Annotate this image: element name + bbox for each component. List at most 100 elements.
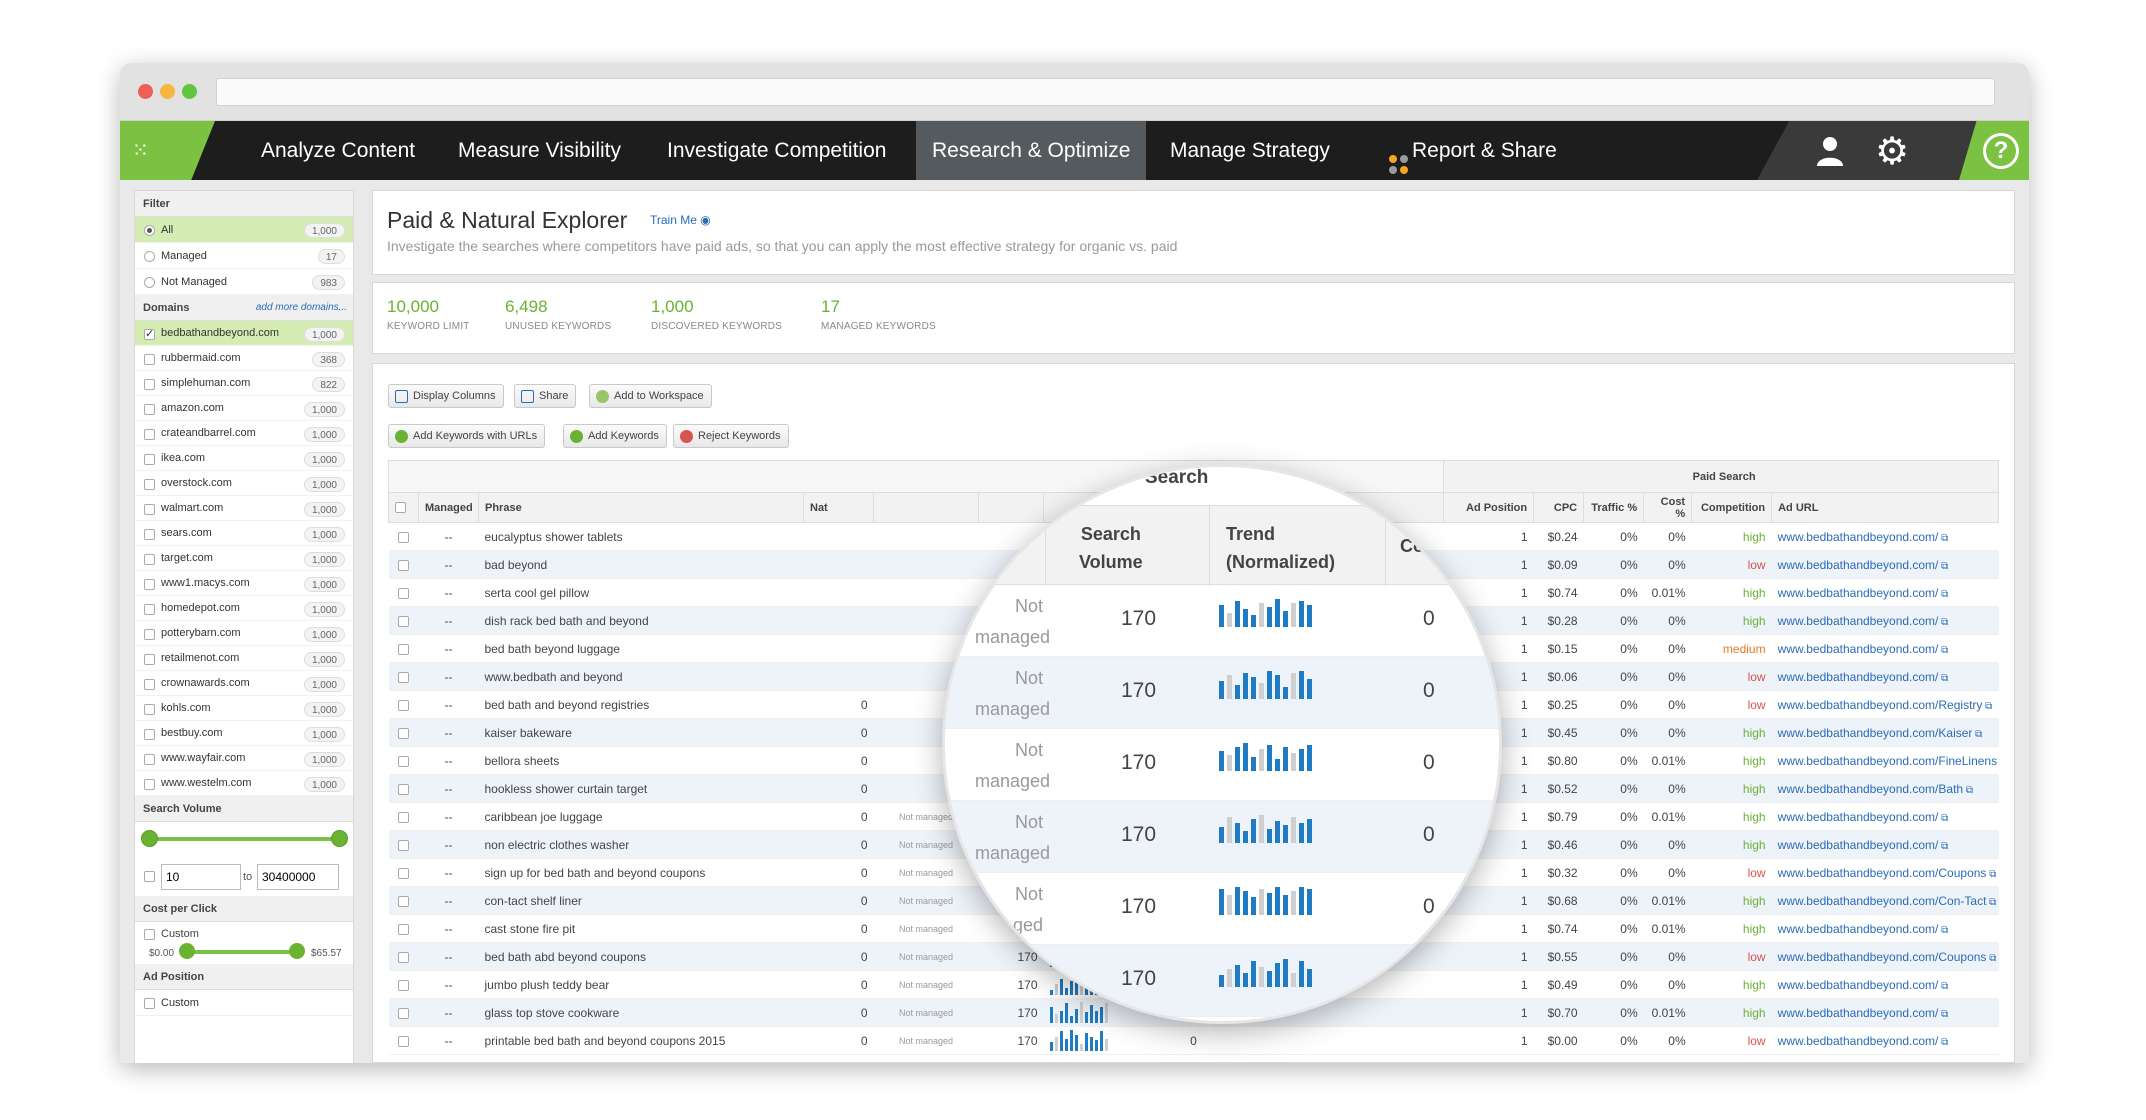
- gear-icon[interactable]: ⚙: [1872, 131, 1912, 171]
- ad-position-custom[interactable]: Custom: [135, 990, 353, 1016]
- domain-checkbox[interactable]: [144, 454, 155, 465]
- row-checkbox[interactable]: [398, 559, 409, 571]
- nav-research-optimize[interactable]: Research & Optimize: [916, 121, 1147, 180]
- table-row[interactable]: -- printable bed bath and beyond coupons …: [388, 1026, 1999, 1055]
- share-button[interactable]: Share: [514, 384, 577, 408]
- filter-option[interactable]: Managed 17: [135, 243, 353, 269]
- filter-radio[interactable]: [144, 277, 155, 288]
- row-checkbox[interactable]: [398, 783, 409, 795]
- domain-item[interactable]: www.westelm.com 1,000: [135, 771, 353, 796]
- row-checkbox[interactable]: [398, 867, 409, 879]
- ad-url-link[interactable]: www.bedbathandbeyond.com/FineLinens: [1778, 754, 1997, 768]
- address-bar[interactable]: [216, 78, 1995, 106]
- ad-url-link[interactable]: www.bedbathandbeyond.com/: [1778, 922, 1939, 936]
- domain-checkbox[interactable]: [144, 379, 155, 390]
- domain-checkbox[interactable]: [144, 554, 155, 565]
- domain-checkbox[interactable]: [144, 629, 155, 640]
- domain-item[interactable]: crateandbarrel.com 1,000: [135, 421, 353, 446]
- ad-url-link[interactable]: www.bedbathandbeyond.com/Con-Tact: [1778, 894, 1987, 908]
- filter-radio[interactable]: [144, 225, 155, 236]
- row-checkbox[interactable]: [398, 923, 409, 935]
- domain-item[interactable]: ikea.com 1,000: [135, 446, 353, 471]
- domain-item[interactable]: homedepot.com 1,000: [135, 596, 353, 621]
- domain-item[interactable]: bestbuy.com 1,000: [135, 721, 353, 746]
- domain-item[interactable]: crownawards.com 1,000: [135, 671, 353, 696]
- ad-url-link[interactable]: www.bedbathandbeyond.com/: [1778, 586, 1939, 600]
- minimize-window-button[interactable]: [160, 84, 175, 99]
- domain-item[interactable]: www1.macys.com 1,000: [135, 571, 353, 596]
- domain-item[interactable]: amazon.com 1,000: [135, 396, 353, 421]
- nav-report-share[interactable]: Report & Share: [1370, 121, 1573, 180]
- search-volume-min-input[interactable]: [161, 864, 241, 890]
- nav-analyze-content[interactable]: Analyze Content: [245, 121, 431, 180]
- domain-checkbox[interactable]: [144, 654, 155, 665]
- col-traffic[interactable]: Traffic %: [1583, 492, 1645, 523]
- train-me-link[interactable]: Train Me ◉: [650, 213, 711, 227]
- search-volume-max-input[interactable]: [257, 864, 339, 890]
- ad-url-link[interactable]: www.bedbathandbeyond.com/: [1778, 1034, 1939, 1048]
- col-cpc[interactable]: CPC: [1533, 492, 1585, 523]
- cpc-min-handle[interactable]: [179, 943, 195, 959]
- ad-url-link[interactable]: www.bedbathandbeyond.com/Coupons: [1778, 950, 1987, 964]
- domain-checkbox[interactable]: [144, 354, 155, 365]
- row-checkbox[interactable]: [398, 727, 409, 739]
- col-nat[interactable]: Nat: [803, 492, 874, 523]
- ad-position-custom-checkbox[interactable]: [144, 998, 155, 1009]
- add-keywords-urls-button[interactable]: Add Keywords with URLs: [388, 424, 546, 448]
- row-checkbox[interactable]: [398, 643, 409, 655]
- row-checkbox[interactable]: [398, 531, 409, 543]
- domain-item[interactable]: walmart.com 1,000: [135, 496, 353, 521]
- domain-item[interactable]: www.wayfair.com 1,000: [135, 746, 353, 771]
- col-phrase[interactable]: Phrase: [478, 492, 804, 523]
- ad-url-link[interactable]: www.bedbathandbeyond.com/Coupons: [1778, 866, 1987, 880]
- row-checkbox[interactable]: [398, 755, 409, 767]
- row-checkbox[interactable]: [398, 699, 409, 711]
- row-checkbox[interactable]: [398, 839, 409, 851]
- row-checkbox[interactable]: [398, 587, 409, 599]
- nav-manage-strategy[interactable]: Manage Strategy: [1154, 121, 1346, 180]
- domain-checkbox[interactable]: [144, 779, 155, 790]
- ad-url-link[interactable]: www.bedbathandbeyond.com/: [1778, 810, 1939, 824]
- cpc-max-handle[interactable]: [289, 943, 305, 959]
- ad-url-link[interactable]: www.bedbathandbeyond.com/: [1778, 838, 1939, 852]
- domain-item[interactable]: target.com 1,000: [135, 546, 353, 571]
- help-icon[interactable]: ?: [1983, 133, 2019, 169]
- row-checkbox[interactable]: [398, 1007, 409, 1019]
- nav-measure-visibility[interactable]: Measure Visibility: [442, 121, 637, 180]
- row-checkbox[interactable]: [398, 951, 409, 963]
- nav-investigate-competition[interactable]: Investigate Competition: [651, 121, 902, 180]
- domain-checkbox[interactable]: [144, 729, 155, 740]
- user-icon[interactable]: [1813, 133, 1847, 167]
- domain-item[interactable]: rubbermaid.com 368: [135, 346, 353, 371]
- select-all-checkbox[interactable]: [395, 502, 406, 514]
- col-ad-url[interactable]: Ad URL: [1771, 492, 2000, 523]
- filter-option[interactable]: Not Managed 983: [135, 269, 353, 295]
- domain-checkbox[interactable]: [144, 404, 155, 415]
- domain-item[interactable]: retailmenot.com 1,000: [135, 646, 353, 671]
- domain-checkbox[interactable]: [144, 754, 155, 765]
- display-columns-button[interactable]: Display Columns: [388, 384, 504, 408]
- row-checkbox[interactable]: [398, 895, 409, 907]
- domain-item[interactable]: kohls.com 1,000: [135, 696, 353, 721]
- domain-checkbox[interactable]: [144, 479, 155, 490]
- add-to-workspace-button[interactable]: Add to Workspace: [589, 384, 712, 408]
- row-checkbox[interactable]: [398, 671, 409, 683]
- row-checkbox[interactable]: [398, 615, 409, 627]
- domain-checkbox[interactable]: [144, 579, 155, 590]
- row-checkbox[interactable]: [398, 1035, 409, 1047]
- slider-max-handle[interactable]: [331, 830, 348, 847]
- filter-option[interactable]: All 1,000: [135, 217, 353, 243]
- ad-url-link[interactable]: www.bedbathandbeyond.com/: [1778, 642, 1939, 656]
- add-more-domains-link[interactable]: add more domains...: [256, 295, 347, 321]
- ad-url-link[interactable]: www.bedbathandbeyond.com/: [1778, 978, 1939, 992]
- col-managed[interactable]: Managed: [418, 492, 479, 523]
- col-competition[interactable]: Competition: [1691, 492, 1773, 523]
- domain-checkbox[interactable]: [144, 704, 155, 715]
- slider-min-handle[interactable]: [141, 830, 158, 847]
- ad-url-link[interactable]: www.bedbathandbeyond.com/: [1778, 530, 1939, 544]
- add-keywords-button[interactable]: Add Keywords: [563, 424, 667, 448]
- search-volume-slider[interactable]: [135, 822, 353, 856]
- maximize-window-button[interactable]: [182, 84, 197, 99]
- ad-url-link[interactable]: www.bedbathandbeyond.com/: [1778, 614, 1939, 628]
- domain-item[interactable]: overstock.com 1,000: [135, 471, 353, 496]
